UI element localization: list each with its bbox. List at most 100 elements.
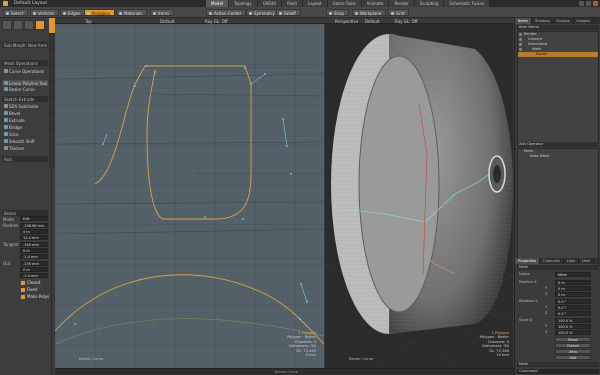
rotation-z-label: Z (545, 311, 548, 315)
materials-icon (119, 12, 122, 15)
vertices-button[interactable]: Vertices (30, 9, 59, 16)
rotation-x-field[interactable]: 0.0 ° (555, 299, 591, 304)
visibility-icon[interactable] (519, 33, 522, 36)
position-x-field[interactable]: 0 m (555, 280, 591, 285)
tangent-y-field[interactable]: 0 m (20, 248, 48, 253)
name-field[interactable]: Mesh (555, 272, 591, 277)
tangent-z-field[interactable]: -1.4 mm (20, 254, 48, 259)
close-icon[interactable] (593, 1, 598, 6)
tangent-x-field[interactable]: -160 mm (20, 242, 48, 247)
fixed-checkbox[interactable] (21, 288, 25, 292)
tool-bevel[interactable]: Bevel (2, 110, 48, 116)
item-row-selected[interactable]: Bezier (518, 52, 598, 57)
polygons-button[interactable]: Polygons (84, 9, 115, 16)
scale-x-field[interactable]: 100.0 % (555, 318, 591, 323)
rotation-y-field[interactable]: 0.0 ° (555, 305, 591, 310)
tool-slice[interactable]: Slice (2, 131, 48, 137)
reset-button[interactable]: Reset (555, 337, 591, 342)
tab-shading[interactable]: Shading (532, 18, 554, 24)
tool-sds-subdivide[interactable]: SDS Subdivide (2, 103, 48, 109)
layout-tab-sculpting[interactable]: Sculpting (414, 0, 445, 7)
properties-title: Mesh (517, 265, 599, 270)
out-z-field[interactable]: -1.4 mm (20, 273, 48, 278)
visibility-icon[interactable] (519, 53, 522, 56)
edges-button[interactable]: Edges (60, 9, 86, 16)
mesh-operations-header: Mesh Operations (2, 60, 48, 66)
tab-groups[interactable]: Groups (554, 18, 574, 24)
move-tool-icon[interactable] (2, 20, 12, 30)
visibility-icon[interactable] (519, 38, 522, 41)
layout-tab-topology[interactable]: Topology (229, 0, 258, 7)
top-viewport-info: 1 Polygon Polygon : Bezier Channels: 0 D… (287, 331, 316, 358)
layout-tabs: Model Topology UVEdit Paint Layout Game … (206, 0, 491, 7)
position-z-field[interactable]: 12.4 mm (20, 235, 48, 240)
make-polys-checkbox[interactable] (21, 295, 25, 299)
position-z-field[interactable]: 0 m (555, 292, 591, 297)
mode-label: Mode (3, 217, 14, 222)
shader-tree-header: Add Operator (517, 142, 599, 147)
falloff-button[interactable]: Falloff (276, 9, 301, 16)
tool-bridge[interactable]: Bridge (2, 124, 48, 130)
scale-z-field[interactable]: 100.0 % (555, 330, 591, 335)
visibility-icon[interactable] (519, 43, 522, 46)
name-label: Name (519, 272, 530, 276)
preset-selector[interactable]: Sub Morph: New Item (2, 42, 48, 48)
snap-button[interactable]: Snap (326, 9, 350, 16)
layout-tab-paint[interactable]: Paint (282, 0, 304, 7)
items-button[interactable]: Items (150, 9, 175, 16)
scale-y-field[interactable]: 100.0 % (555, 324, 591, 329)
scale-z-label: Z (545, 330, 548, 334)
perspective-viewport[interactable]: Perspective Default Ray GL: Off 1 Polygo… (325, 18, 513, 375)
tab-properties[interactable]: Properties (515, 258, 541, 264)
select-button[interactable]: Select (3, 9, 29, 16)
axis-dropdown[interactable]: Axis (2, 156, 48, 162)
position-x-label: Position X (519, 280, 537, 284)
workplane-button[interactable]: Workplane (352, 9, 387, 16)
out-x-field[interactable]: -130 mm (20, 261, 48, 266)
select-icon (6, 12, 9, 15)
rotate-tool-icon[interactable] (13, 20, 23, 30)
tab-user[interactable]: User (579, 258, 595, 264)
tab-items[interactable]: Items (515, 18, 533, 24)
command-input[interactable]: Command (517, 369, 599, 374)
scale-tool-icon[interactable] (24, 20, 34, 30)
mode-select[interactable]: Edit (20, 216, 48, 221)
tool-sketch-extrude[interactable]: Sketch Extrude (2, 96, 48, 102)
maximize-icon[interactable] (586, 1, 591, 6)
rotation-z-field[interactable]: 0.0 ° (555, 311, 591, 316)
tab-images[interactable]: Images (574, 18, 594, 24)
tab-lists[interactable]: Lists (564, 258, 579, 264)
materials-button[interactable]: Materials (116, 9, 148, 16)
layout-tab-uvedit[interactable]: UVEdit (257, 0, 283, 7)
closed-checkbox[interactable] (21, 281, 25, 285)
layout-tab-schematic[interactable]: Schematic Fusion (444, 0, 491, 7)
layout-tab-render[interactable]: Render (389, 0, 415, 7)
grid-button[interactable]: Grid (388, 9, 410, 16)
zero-button[interactable]: Zero (555, 349, 591, 354)
tool-curve-operations[interactable]: Curve Operations (2, 68, 48, 74)
transform-tool-icon[interactable] (35, 20, 45, 30)
visibility-icon[interactable] (519, 48, 522, 51)
tab-channels[interactable]: Channels (540, 258, 564, 264)
add-button[interactable]: Add (555, 355, 591, 360)
minimize-icon[interactable] (579, 1, 584, 6)
top-viewport[interactable]: Top Default Ray GL: Off 1 Polygon Polygo… (55, 18, 324, 375)
layout-tab-animate[interactable]: Animate (361, 0, 390, 7)
falloff-icon (279, 12, 282, 15)
layout-tab-game-tools[interactable]: Game Tools (327, 0, 362, 7)
freeze-button[interactable]: Freeze (555, 343, 591, 348)
out-y-field[interactable]: 0 m (20, 267, 48, 272)
smooth-shift-icon (4, 139, 8, 143)
tool-thicken[interactable]: Thicken (2, 145, 48, 151)
shader-row[interactable]: Base Mesh (518, 154, 598, 159)
position-x-field[interactable]: -136.96 mm (20, 223, 48, 228)
tool-extrude[interactable]: Extrude (2, 117, 48, 123)
layout-tab-layout[interactable]: Layout (303, 0, 328, 7)
tool-smooth-shift[interactable]: Smooth Shift (2, 138, 48, 144)
symmetry-button[interactable]: Symmetry (246, 9, 280, 16)
position-y-field[interactable]: 0 m (20, 229, 48, 234)
action-center-button[interactable]: Action Center (206, 9, 247, 16)
position-y-field[interactable]: 0 m (555, 286, 591, 291)
layout-tab-model[interactable]: Model (206, 0, 230, 7)
tool-bezier-curve[interactable]: Bezier Curve (2, 86, 48, 92)
